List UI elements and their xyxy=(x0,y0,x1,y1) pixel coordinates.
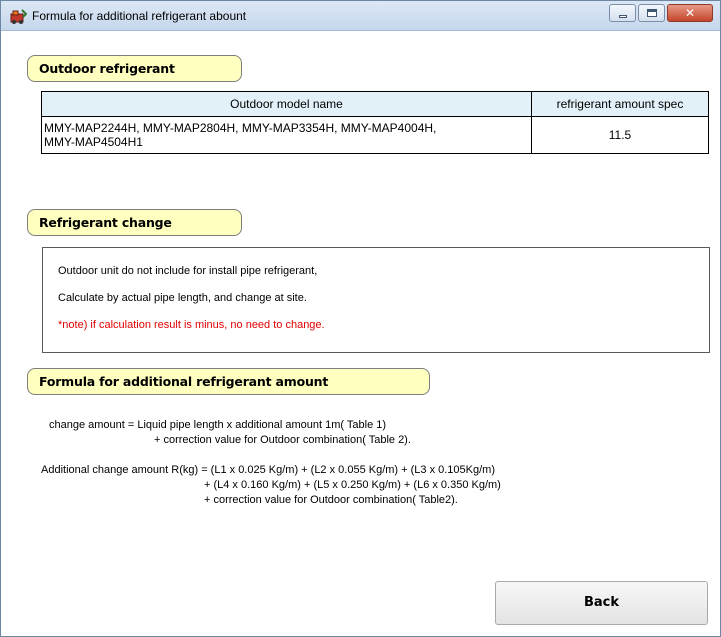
refrigerant-app-icon xyxy=(10,9,27,24)
formula-additional-line1: Additional change amount R(kg) = (L1 x 0… xyxy=(41,464,495,476)
table-row: MMY-MAP2244H, MMY-MAP2804H, MMY-MAP3354H… xyxy=(41,116,709,154)
refrigerant-spec-table: Outdoor model name refrigerant amount sp… xyxy=(41,91,709,154)
note-line-2: Calculate by actual pipe length, and cha… xyxy=(58,292,307,304)
note-line-1: Outdoor unit do not include for install … xyxy=(58,265,318,277)
back-button[interactable]: Back xyxy=(495,581,708,625)
section-outdoor-refrigerant: Outdoor refrigerant xyxy=(27,55,242,82)
model-names-line2: MMY-MAP4504H1 xyxy=(44,135,143,149)
window-controls: ✕ xyxy=(607,4,713,22)
window-title: Formula for additional refrigerant aboun… xyxy=(32,9,247,23)
formula-change-line2: + correction value for Outdoor combinati… xyxy=(154,434,411,446)
model-names-line1: MMY-MAP2244H, MMY-MAP2804H, MMY-MAP3354H… xyxy=(44,121,437,135)
close-button[interactable]: ✕ xyxy=(667,4,713,22)
title-bar[interactable]: Formula for additional refrigerant aboun… xyxy=(1,1,720,31)
table-header-row: Outdoor model name refrigerant amount sp… xyxy=(41,91,709,117)
column-header-spec: refrigerant amount spec xyxy=(531,91,709,117)
cell-refrigerant-spec: 11.5 xyxy=(531,116,709,154)
cell-model-names: MMY-MAP2244H, MMY-MAP2804H, MMY-MAP3354H… xyxy=(41,116,532,154)
close-icon: ✕ xyxy=(684,6,696,20)
refrigerant-change-notes: Outdoor unit do not include for install … xyxy=(42,247,710,353)
dialog-window: Formula for additional refrigerant aboun… xyxy=(0,0,721,637)
maximize-icon xyxy=(647,9,657,17)
minimize-button[interactable] xyxy=(609,4,636,22)
formula-change-line1: change amount = Liquid pipe length x add… xyxy=(49,419,387,431)
column-header-model: Outdoor model name xyxy=(41,91,532,117)
minimize-icon xyxy=(619,15,627,18)
section-formula: Formula for additional refrigerant amoun… xyxy=(27,368,430,395)
formula-additional-line2: + (L4 x 0.160 Kg/m) + (L5 x 0.250 Kg/m) … xyxy=(204,479,501,491)
section-refrigerant-change: Refrigerant change xyxy=(27,209,242,236)
note-line-warning: *note) if calculation result is minus, n… xyxy=(58,319,325,331)
formula-additional-line3: + correction value for Outdoor combinati… xyxy=(204,494,458,506)
maximize-button[interactable] xyxy=(638,4,665,22)
